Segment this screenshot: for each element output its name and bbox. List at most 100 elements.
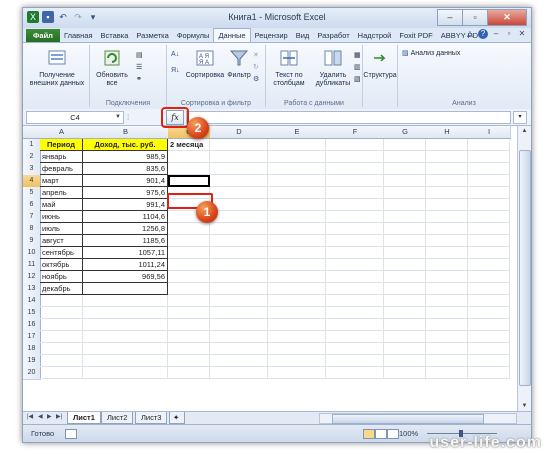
cell-c17[interactable] [168, 331, 210, 343]
cell-c18[interactable] [168, 343, 210, 355]
cell-i19[interactable] [468, 355, 510, 367]
cell-e13[interactable] [268, 283, 326, 295]
cell-f6[interactable] [326, 199, 384, 211]
cell-f18[interactable] [326, 343, 384, 355]
cell-c19[interactable] [168, 355, 210, 367]
cell-f8[interactable] [326, 223, 384, 235]
sort-za-icon[interactable]: Я↓ [171, 67, 180, 74]
worksheet-grid[interactable]: ABCDEFGHI1ПериодДоход, тыс. руб.2 месяца… [23, 126, 517, 411]
cell-g18[interactable] [384, 343, 426, 355]
page-break-view-icon[interactable] [387, 429, 399, 439]
cell-a18[interactable] [40, 343, 83, 355]
cell-b15[interactable] [83, 307, 168, 319]
cell-h15[interactable] [426, 307, 468, 319]
cell-d18[interactable] [210, 343, 268, 355]
cell-d17[interactable] [210, 331, 268, 343]
cell-g9[interactable] [384, 235, 426, 247]
column-header-d[interactable]: D [210, 126, 269, 139]
cell-b4[interactable]: 901,4 [83, 175, 168, 187]
cell-c12[interactable] [168, 271, 210, 283]
tab-developer[interactable]: Разработ [313, 29, 353, 42]
cell-g2[interactable] [384, 151, 426, 163]
cell-g20[interactable] [384, 367, 426, 379]
cell-g14[interactable] [384, 295, 426, 307]
cell-c10[interactable] [168, 247, 210, 259]
sheet-tab-1[interactable]: Лист1 [67, 412, 101, 424]
name-box[interactable]: C4 ▼ [26, 111, 124, 124]
cell-f11[interactable] [326, 259, 384, 271]
cell-h16[interactable] [426, 319, 468, 331]
cell-f4[interactable] [326, 175, 384, 187]
consolidate-icon[interactable]: ▥ [354, 63, 361, 71]
cell-a12[interactable]: ноябрь [40, 271, 83, 283]
cell-g17[interactable] [384, 331, 426, 343]
cell-a20[interactable] [40, 367, 83, 379]
cell-d20[interactable] [210, 367, 268, 379]
cell-i8[interactable] [468, 223, 510, 235]
cell-e10[interactable] [268, 247, 326, 259]
cell-c16[interactable] [168, 319, 210, 331]
cell-a6[interactable]: май [40, 199, 83, 211]
cell-b6[interactable]: 991,4 [83, 199, 168, 211]
cell-e2[interactable] [268, 151, 326, 163]
tab-data[interactable]: Данные [213, 28, 251, 42]
cell-b7[interactable]: 1104,6 [83, 211, 168, 223]
cell-a9[interactable]: август [40, 235, 83, 247]
first-sheet-icon[interactable]: |◀ [27, 413, 33, 420]
properties-icon[interactable]: ☰ [136, 63, 142, 71]
sort-az-icon[interactable]: A↓ [171, 51, 179, 58]
scroll-up-icon[interactable]: ▲ [518, 126, 531, 136]
cell-a8[interactable]: июль [40, 223, 83, 235]
clear-filter-icon[interactable]: ✕ [253, 51, 259, 59]
cell-i16[interactable] [468, 319, 510, 331]
cell-c11[interactable] [168, 259, 210, 271]
cell-i20[interactable] [468, 367, 510, 379]
cell-f19[interactable] [326, 355, 384, 367]
cell-i9[interactable] [468, 235, 510, 247]
page-layout-view-icon[interactable] [375, 429, 387, 439]
data-validation-icon[interactable]: ▦ [354, 51, 361, 59]
scroll-down-icon[interactable]: ▼ [518, 401, 531, 411]
vertical-scroll-thumb[interactable] [519, 150, 531, 386]
cell-g10[interactable] [384, 247, 426, 259]
collapse-ribbon-icon[interactable]: △ [465, 29, 475, 39]
cell-i12[interactable] [468, 271, 510, 283]
cell-h20[interactable] [426, 367, 468, 379]
cell-a4[interactable]: март [40, 175, 83, 187]
cell-i3[interactable] [468, 163, 510, 175]
close-button[interactable]: ✕ [487, 9, 527, 26]
cell-e12[interactable] [268, 271, 326, 283]
cell-e19[interactable] [268, 355, 326, 367]
cell-i10[interactable] [468, 247, 510, 259]
advanced-filter-icon[interactable]: ⚙ [253, 75, 259, 83]
name-box-dropdown-icon[interactable]: ▼ [115, 112, 121, 123]
sort-button[interactable]: А ЯЯ А Сортировка [185, 49, 225, 80]
tab-insert[interactable]: Вставка [97, 29, 133, 42]
cell-g3[interactable] [384, 163, 426, 175]
normal-view-icon[interactable] [363, 429, 375, 439]
cell-b1[interactable]: Доход, тыс. руб. [83, 139, 168, 151]
doc-minimize-icon[interactable]: – [491, 29, 501, 39]
cell-b9[interactable]: 1185,6 [83, 235, 168, 247]
cell-g12[interactable] [384, 271, 426, 283]
cell-b12[interactable]: 969,56 [83, 271, 168, 283]
cell-i5[interactable] [468, 187, 510, 199]
tab-addins[interactable]: Надстрой [354, 29, 396, 42]
cell-h4[interactable] [426, 175, 468, 187]
remove-duplicates-button[interactable]: Удалить дубликаты [312, 49, 354, 88]
cell-b20[interactable] [83, 367, 168, 379]
cell-b13[interactable] [83, 283, 168, 295]
cell-a1[interactable]: Период [40, 139, 83, 151]
cell-a14[interactable] [40, 295, 83, 307]
cell-a10[interactable]: сентябрь [40, 247, 83, 259]
cell-e7[interactable] [268, 211, 326, 223]
cell-g5[interactable] [384, 187, 426, 199]
tab-formulas[interactable]: Формулы [173, 29, 214, 42]
cell-b14[interactable] [83, 295, 168, 307]
cell-b17[interactable] [83, 331, 168, 343]
cell-e11[interactable] [268, 259, 326, 271]
cell-f10[interactable] [326, 247, 384, 259]
cell-e9[interactable] [268, 235, 326, 247]
cell-g16[interactable] [384, 319, 426, 331]
insert-sheet-icon[interactable]: ✦ [169, 412, 185, 424]
